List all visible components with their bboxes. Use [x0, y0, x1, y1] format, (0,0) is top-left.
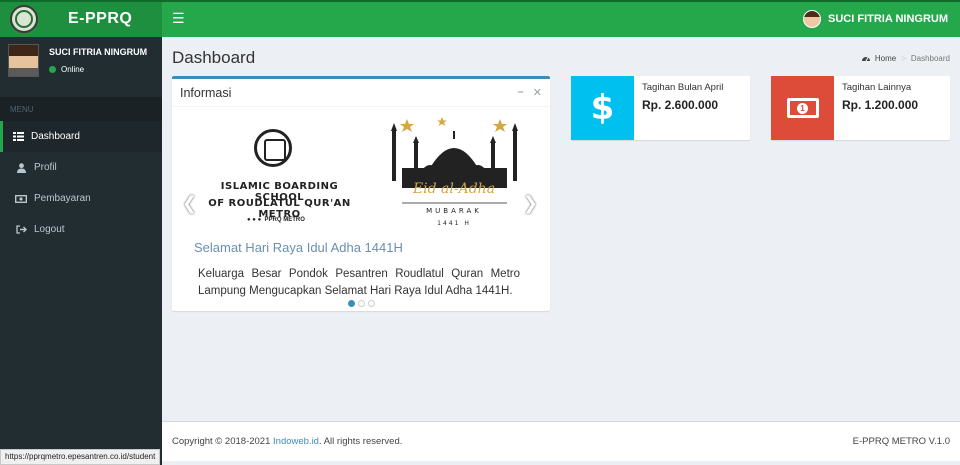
user-name: SUCI FITRIA NINGRUM	[49, 47, 148, 57]
sidebar-item-label: Profil	[34, 162, 57, 173]
stat-label: Tagihan Lainnya	[842, 82, 912, 93]
logo-emblem-icon	[10, 4, 38, 33]
sidebar-item-logout[interactable]: Logout	[0, 214, 162, 245]
greeting-script: Eid al-Adha	[412, 181, 495, 197]
grid-icon	[12, 132, 24, 141]
sign-out-icon	[15, 225, 27, 234]
copyright: Copyright © 2018-2021 Indoweb.id. All ri…	[172, 436, 403, 447]
info-box: Informasi – ✕ ISLAMIC BOARDING SCHOOL OF…	[172, 76, 550, 311]
sidebar: SUCI FITRIA NINGRUM Online MENU Dashboar…	[0, 37, 162, 465]
stat-value: Rp. 2.600.000	[642, 98, 719, 112]
carousel-indicators	[348, 300, 375, 307]
stat-value: Rp. 1.200.000	[842, 98, 919, 112]
hamburger-icon[interactable]: ☰	[172, 10, 185, 27]
sidebar-item-label: Pembayaran	[34, 193, 91, 204]
carousel-dot[interactable]	[348, 300, 355, 307]
greeting-sub: MUBARAK	[426, 207, 482, 215]
close-icon[interactable]: ✕	[533, 86, 542, 99]
carousel-dot[interactable]	[358, 300, 365, 307]
slide-image: ISLAMIC BOARDING SCHOOL OF ROUDLATUL QUR…	[192, 111, 533, 231]
version: E-PPRQ METRO V.1.0	[852, 436, 950, 447]
user-panel: SUCI FITRIA NINGRUM Online	[0, 37, 162, 97]
greeting-year: 1441 H	[437, 220, 471, 227]
user-status: Online	[49, 65, 147, 74]
slide-caption: Selamat Hari Raya Idul Adha 1441H	[194, 240, 403, 255]
avatar	[8, 44, 39, 77]
school-logo-icon	[254, 129, 292, 167]
footer: Copyright © 2018-2021 Indoweb.id. All ri…	[162, 421, 960, 461]
menu-header: MENU	[0, 97, 162, 121]
top-strip	[0, 0, 960, 2]
user-menu[interactable]: SUCI FITRIA NINGRUM	[803, 9, 948, 28]
box-header: Informasi – ✕	[172, 79, 550, 107]
logo-bar[interactable]: E-PPRQ	[0, 0, 162, 37]
sidebar-item-label: Logout	[34, 224, 65, 235]
stat-box-tagihan-lainnya[interactable]: 1 Tagihan Lainnya Rp. 1.200.000	[771, 76, 950, 140]
online-dot-icon	[49, 66, 56, 73]
box-title: Informasi	[180, 85, 232, 100]
mosque-illustration: Eid al-Adha MUBARAK 1441 H	[391, 117, 518, 227]
carousel-dot[interactable]	[368, 300, 375, 307]
stat-box-tagihan-april[interactable]: $ Tagihan Bulan April Rp. 2.600.000	[571, 76, 750, 140]
dollar-icon: $	[571, 76, 634, 140]
user-icon	[15, 162, 27, 173]
dashboard-icon	[861, 57, 870, 62]
breadcrumb: Home > Dashboard	[861, 54, 950, 63]
status-text: Online	[61, 65, 85, 74]
sidebar-item-profil[interactable]: Profil	[0, 152, 162, 183]
top-navbar: ☰ SUCI FITRIA NINGRUM	[0, 0, 960, 37]
social-handles: ● ● ● PPRQ METRO	[247, 217, 305, 223]
stat-label: Tagihan Bulan April	[642, 82, 724, 93]
breadcrumb-current: Dashboard	[910, 53, 950, 63]
status-bar-url: https://pprqmetro.epesantren.co.id/stude…	[0, 449, 161, 465]
avatar	[803, 9, 822, 28]
carousel-next-icon[interactable]: ❯	[523, 193, 538, 214]
minimize-icon[interactable]: –	[518, 86, 524, 99]
money-icon	[15, 194, 27, 203]
carousel-prev-icon[interactable]: ❮	[182, 193, 197, 214]
sidebar-item-pembayaran[interactable]: Pembayaran	[0, 183, 162, 214]
breadcrumb-home[interactable]: Home	[875, 54, 896, 63]
app-title: E-PPRQ	[68, 9, 133, 27]
sidebar-item-label: Dashboard	[31, 131, 80, 142]
page-title: Dashboard	[172, 48, 256, 67]
social-handle: PPRQ METRO	[264, 217, 305, 223]
box-tools: – ✕	[518, 86, 542, 99]
slide-text: Keluarga Besar Pondok Pesantren Roudlatu…	[198, 268, 520, 297]
money-bill-icon: 1	[771, 76, 834, 140]
footer-link[interactable]: Indoweb.id	[273, 436, 319, 447]
carousel: ISLAMIC BOARDING SCHOOL OF ROUDLATUL QUR…	[182, 111, 540, 311]
content-header: Dashboard Home > Dashboard	[172, 47, 950, 69]
sidebar-item-dashboard[interactable]: Dashboard	[0, 121, 162, 152]
user-name-top: SUCI FITRIA NINGRUM	[828, 12, 948, 25]
